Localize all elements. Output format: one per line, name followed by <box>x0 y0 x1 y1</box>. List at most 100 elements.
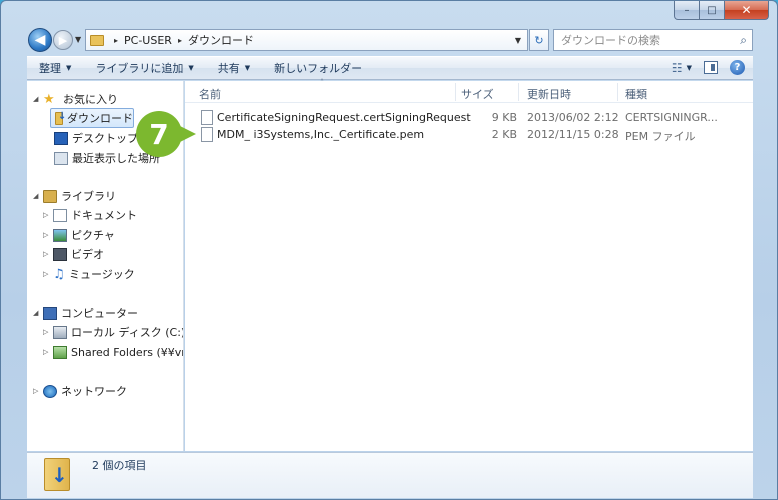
close-button[interactable]: ✕ <box>725 1 769 20</box>
file-row[interactable]: CertificateSigningRequest.certSigningReq… <box>199 109 753 127</box>
breadcrumb-pc-user[interactable]: PC-USER <box>124 34 172 47</box>
help-icon[interactable]: ? <box>730 60 745 75</box>
column-divider[interactable] <box>455 83 456 101</box>
expand-icon[interactable]: ▷ <box>33 387 43 395</box>
expand-icon[interactable]: ▷ <box>43 348 53 356</box>
downloads-folder-icon <box>55 111 66 125</box>
pictures-icon <box>53 228 67 242</box>
hard-drive-icon <box>53 325 67 339</box>
collapse-icon[interactable]: ◢ <box>33 192 43 200</box>
file-name: MDM_ i3Systems,Inc._Certificate.pem <box>217 128 425 141</box>
expand-icon[interactable]: ▷ <box>43 231 53 239</box>
breadcrumb-separator[interactable]: ▸ <box>178 36 182 45</box>
address-bar[interactable]: ▸ PC-USER ▸ ダウンロード ▼ <box>85 29 528 51</box>
forward-arrow-icon: ▶ <box>58 33 68 47</box>
forward-button[interactable]: ▶ <box>53 30 73 50</box>
computer-icon <box>43 306 57 320</box>
column-header-date[interactable]: 更新日時 <box>527 86 571 102</box>
file-row[interactable]: MDM_ i3Systems,Inc._Certificate.pem 2 KB… <box>199 126 753 144</box>
organize-label: 整理 <box>39 62 61 75</box>
library-icon <box>43 189 57 203</box>
sidebar-item-label: Shared Folders (¥¥vmw <box>71 345 183 359</box>
column-header-name[interactable]: 名前 <box>199 86 221 102</box>
sidebar-item-label: ドキュメント <box>71 209 137 222</box>
breadcrumb-separator[interactable]: ▸ <box>114 36 118 45</box>
column-header-type[interactable]: 種類 <box>625 86 647 102</box>
chevron-down-icon: ▼ <box>188 64 194 72</box>
star-icon: ★ <box>43 91 55 107</box>
sidebar-item-shared-folders[interactable]: ▷ Shared Folders (¥¥vmw <box>43 342 183 362</box>
breadcrumb-downloads[interactable]: ダウンロード <box>188 32 254 48</box>
view-options-icon[interactable]: ☷ <box>672 61 683 75</box>
recent-pages-dropdown[interactable]: ▼ <box>75 35 81 44</box>
sidebar-item-pictures[interactable]: ▷ ピクチャ <box>43 225 115 245</box>
search-input[interactable]: ダウンロードの検索 ⌕ <box>553 29 753 51</box>
column-header-size[interactable]: サイズ <box>461 86 494 102</box>
minimize-button[interactable]: – <box>674 1 700 20</box>
downloads-folder-icon <box>44 458 70 491</box>
file-icon <box>201 127 213 142</box>
refresh-button[interactable]: ↻ <box>529 29 549 51</box>
sidebar-item-label: ピクチャ <box>71 229 115 242</box>
expand-icon[interactable]: ▷ <box>43 328 53 336</box>
sidebar-item-downloads[interactable]: ダウンロード <box>50 108 134 128</box>
sort-ascending-icon: ˄ <box>320 78 324 87</box>
details-pane: 2 個の項目 <box>27 452 753 498</box>
sidebar-item-documents[interactable]: ▷ ドキュメント <box>43 205 137 225</box>
file-size: 9 KB <box>491 111 517 124</box>
expand-icon[interactable]: ▷ <box>43 211 53 219</box>
file-type: PEM ファイル <box>625 130 696 143</box>
document-icon <box>53 208 67 222</box>
share-menu[interactable]: 共有 ▼ <box>206 60 262 76</box>
column-divider[interactable] <box>617 83 618 101</box>
sidebar-item-desktop[interactable]: デスクトップ <box>54 128 138 148</box>
search-placeholder: ダウンロードの検索 <box>561 34 660 47</box>
preview-pane-icon[interactable] <box>704 61 718 74</box>
video-icon <box>53 247 67 261</box>
chevron-down-icon: ▼ <box>244 64 251 72</box>
sidebar-item-music[interactable]: ▷ ♫ ミュージック <box>43 264 135 284</box>
sidebar-item-local-disk[interactable]: ▷ ローカル ディスク (C:) <box>43 322 184 342</box>
expand-icon[interactable]: ▷ <box>43 250 53 258</box>
recent-places-icon <box>54 151 68 165</box>
file-date: 2012/11/15 0:28 <box>527 128 619 141</box>
step-badge: 7 <box>136 111 196 157</box>
item-count: 2 個の項目 <box>92 459 147 472</box>
organize-menu[interactable]: 整理 ▼ <box>27 60 83 76</box>
new-folder-button[interactable]: 新しいフォルダー <box>262 60 374 76</box>
collapse-icon[interactable]: ◢ <box>33 309 43 317</box>
new-folder-label: 新しいフォルダー <box>274 62 363 75</box>
network-drive-icon <box>53 345 67 359</box>
chevron-down-icon: ▼ <box>66 64 72 72</box>
column-header-row: ˄ 名前 サイズ 更新日時 種類 <box>185 78 753 103</box>
sidebar-item-label: ミュージック <box>69 268 135 281</box>
sidebar-item-label: ローカル ディスク (C:) <box>71 326 184 339</box>
file-list-pane: ˄ 名前 サイズ 更新日時 種類 CertificateSigningReque… <box>185 78 753 451</box>
column-divider[interactable] <box>518 83 519 101</box>
file-type: CERTSIGNINGR... <box>625 111 718 124</box>
music-note-icon: ♫ <box>53 266 65 282</box>
file-name: CertificateSigningRequest.certSigningReq… <box>217 111 471 124</box>
back-arrow-icon: ◀ <box>34 32 46 48</box>
address-dropdown-icon[interactable]: ▼ <box>511 32 525 48</box>
sidebar-item-libraries[interactable]: ◢ ライブラリ <box>33 186 116 206</box>
file-date: 2013/06/02 2:12 <box>527 111 619 124</box>
command-bar: 整理 ▼ ライブラリに追加 ▼ 共有 ▼ 新しいフォルダー ☷ ▼ ? <box>27 56 753 80</box>
sidebar-item-computer[interactable]: ◢ コンピューター <box>33 303 138 323</box>
collapse-icon[interactable]: ◢ <box>33 95 43 103</box>
chevron-down-icon[interactable]: ▼ <box>687 64 692 72</box>
add-to-library-menu[interactable]: ライブラリに追加 ▼ <box>83 60 205 76</box>
sidebar-item-label: コンピューター <box>61 307 138 320</box>
search-icon[interactable]: ⌕ <box>740 33 747 48</box>
desktop-icon <box>54 131 68 145</box>
sidebar-item-network[interactable]: ▷ ネットワーク <box>33 381 127 401</box>
navigation-bar: ◀ ▶ ▼ ▸ PC-USER ▸ ダウンロード ▼ ↻ ダウンロードの検索 ⌕ <box>1 25 777 55</box>
back-button[interactable]: ◀ <box>28 28 52 52</box>
sidebar-item-favorites[interactable]: ◢ ★ お気に入り <box>33 89 118 109</box>
sidebar-item-label: デスクトップ <box>72 132 138 145</box>
sidebar-item-videos[interactable]: ▷ ビデオ <box>43 244 104 264</box>
folder-icon <box>90 34 104 46</box>
expand-icon[interactable]: ▷ <box>43 270 53 278</box>
maximize-button[interactable]: □ <box>700 1 725 20</box>
view-controls: ☷ ▼ ? <box>672 60 745 75</box>
